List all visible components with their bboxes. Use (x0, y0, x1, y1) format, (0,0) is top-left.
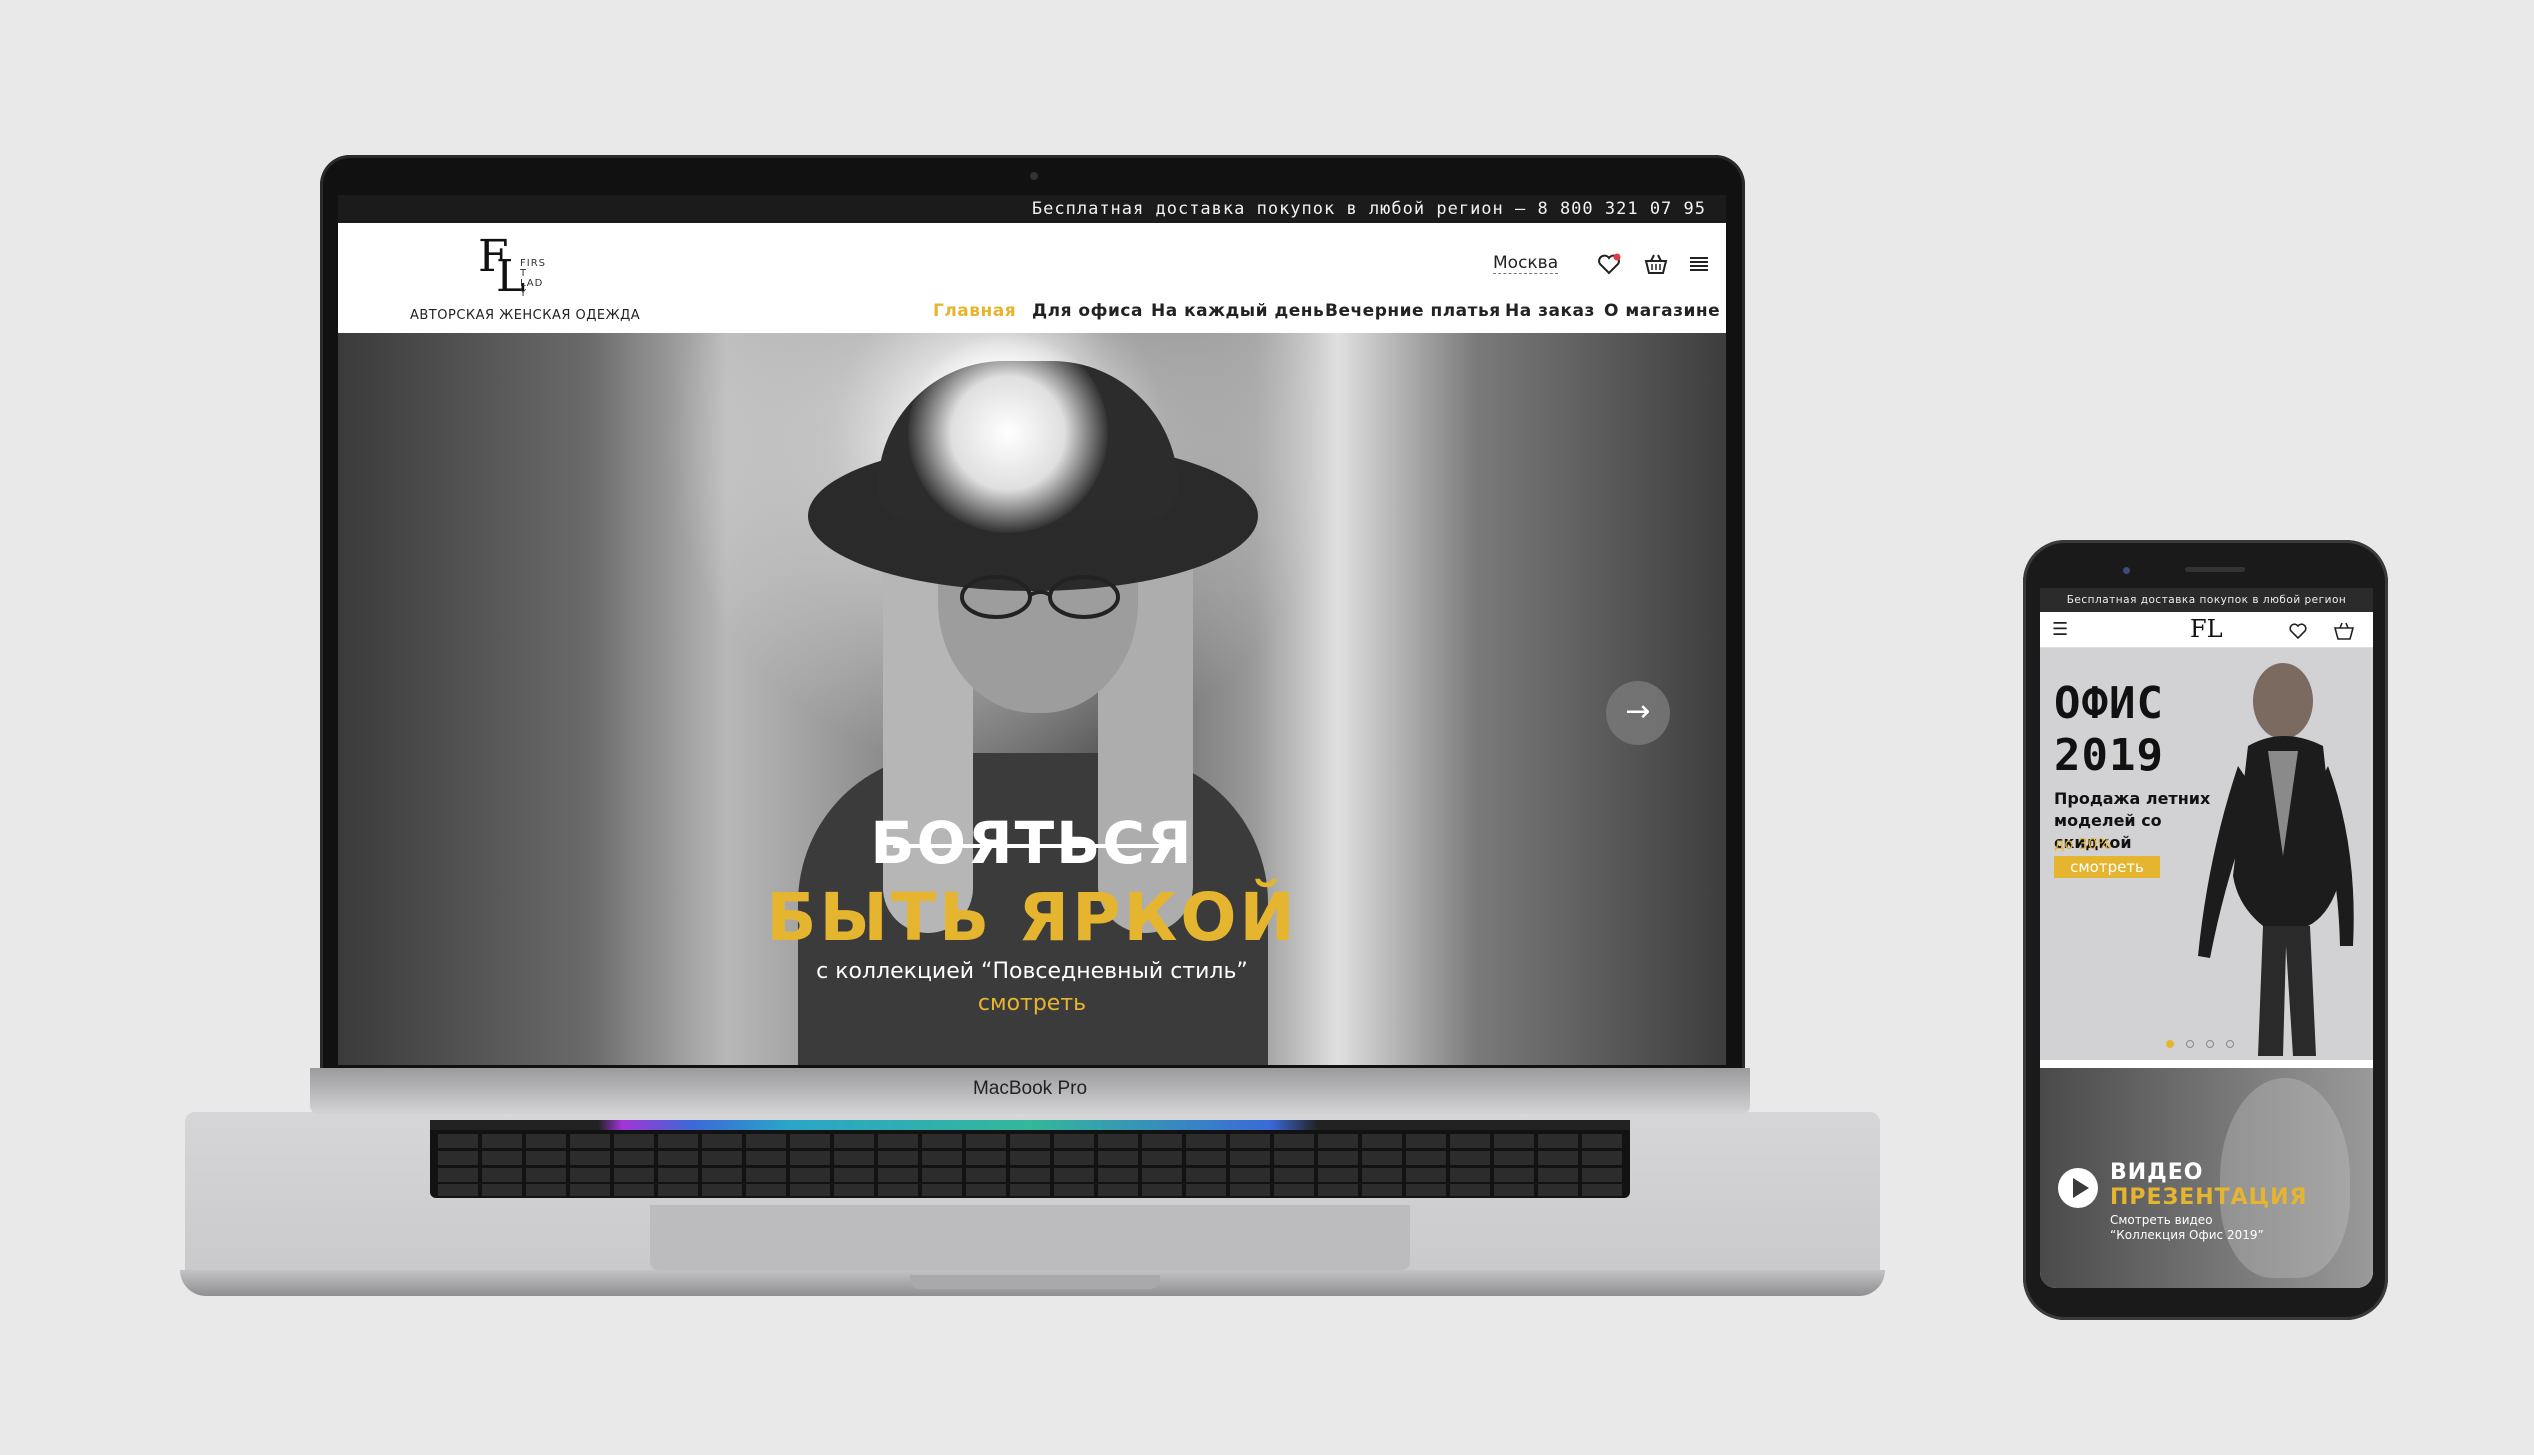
laptop-camera (1030, 172, 1038, 180)
hero-light-flare (908, 333, 1108, 533)
laptop-touchbar (430, 1120, 1630, 1130)
burger-icon[interactable]: ☰ (2052, 621, 2072, 639)
mobile-video-title-line2: ПРЕЗЕНТАЦИЯ (2110, 1185, 2308, 1210)
mobile-banner-title-line1: ОФИС (2054, 678, 2164, 729)
city-selector[interactable]: Москва (1493, 253, 1559, 274)
slider-dot[interactable] (2166, 1040, 2174, 1048)
nav-item-custom-order[interactable]: На заказ (1505, 301, 1595, 321)
mobile-video-section[interactable]: ВИДЕО ПРЕЗЕНТАЦИЯ Смотреть видео “Коллек… (2040, 1068, 2373, 1288)
mobile-header: ☰ FL (2040, 612, 2373, 648)
nav-item-home[interactable]: Главная (933, 301, 1016, 321)
main-nav: Главная Для офиса На каждый день Вечерни… (338, 301, 1726, 331)
play-triangle (2073, 1178, 2089, 1198)
hero-view-link[interactable]: смотреть (338, 990, 1726, 1018)
laptop-screen: Бесплатная доставка покупок в любой реги… (338, 195, 1726, 1065)
arrow-right-icon: → (1625, 694, 1651, 729)
hero-banner: БОЯТЬСЯ БЫТЬ ЯРКОЙ с коллекцией “Повседн… (338, 333, 1726, 1065)
laptop-keyboard (430, 1120, 1630, 1198)
mobile-video-thumbnail (2220, 1078, 2350, 1278)
site-header: F L FIRST LADY АВТОРСКАЯ ЖЕНСКАЯ ОДЕЖДА … (338, 223, 1726, 333)
phone-camera (2123, 567, 2130, 574)
slider-dot[interactable] (2226, 1040, 2234, 1048)
laptop-brand-label: MacBook Pro (972, 1078, 1088, 1099)
hero-strike-text: БОЯТЬСЯ (870, 809, 1194, 877)
hero-model-glasses (960, 575, 1120, 619)
hero-subtitle: с коллекцией “Повседневный стиль” (816, 959, 1248, 984)
mobile-video-caption1: Смотреть видео (2110, 1213, 2213, 1227)
nav-item-evening-dresses[interactable]: Вечерние платья (1325, 301, 1501, 321)
laptop-trackpad (650, 1205, 1410, 1270)
slider-dot[interactable] (2186, 1040, 2194, 1048)
delivery-topbar: Бесплатная доставка покупок в любой реги… (338, 195, 1726, 223)
nav-item-everyday[interactable]: На каждый день (1151, 301, 1324, 321)
menu-icon[interactable] (1686, 251, 1712, 277)
mobile-promo-banner: ОФИС 2019 Продажа летних моделей со скид… (2040, 648, 2373, 1060)
phone-speaker (2185, 567, 2245, 572)
basket-icon[interactable] (1643, 251, 1669, 277)
mobile-video-caption2: “Коллекция Офис 2019” (2110, 1228, 2264, 1242)
mobile-basket-icon[interactable] (2333, 621, 2355, 641)
mobile-slider-dots (2166, 1040, 2246, 1052)
mobile-banner-title: ОФИС 2019 (2054, 678, 2164, 782)
heart-icon[interactable] (1596, 251, 1622, 277)
mobile-banner-title-line2: 2019 (2054, 730, 2164, 781)
mobile-heart-icon[interactable] (2288, 621, 2308, 641)
hero-title: БЫТЬ ЯРКОЙ (766, 879, 1298, 956)
mobile-banner-model (2198, 663, 2354, 1056)
site-logo[interactable]: F L FIRST LADY (478, 235, 548, 305)
mobile-delivery-topbar: Бесплатная доставка покупок в любой реги… (2040, 588, 2373, 612)
slider-dot[interactable] (2206, 1040, 2214, 1048)
mobile-video-title-line1: ВИДЕО (2110, 1160, 2204, 1185)
phone-screen: Бесплатная доставка покупок в любой реги… (2040, 588, 2373, 1288)
mobile-logo[interactable]: FL (2190, 614, 2223, 644)
mobile-banner-view-button[interactable]: смотреть (2054, 856, 2160, 878)
mobile-banner-discount: до 30% (2054, 835, 2112, 853)
slider-next-button[interactable]: → (1606, 681, 1670, 745)
logo-first-lady: FIRST LADY (520, 258, 546, 299)
nav-item-office[interactable]: Для офиса (1032, 301, 1143, 321)
nav-item-about[interactable]: О магазине (1604, 301, 1720, 321)
laptop-opening-notch (910, 1275, 1160, 1289)
hero-strike-line (893, 844, 1173, 848)
